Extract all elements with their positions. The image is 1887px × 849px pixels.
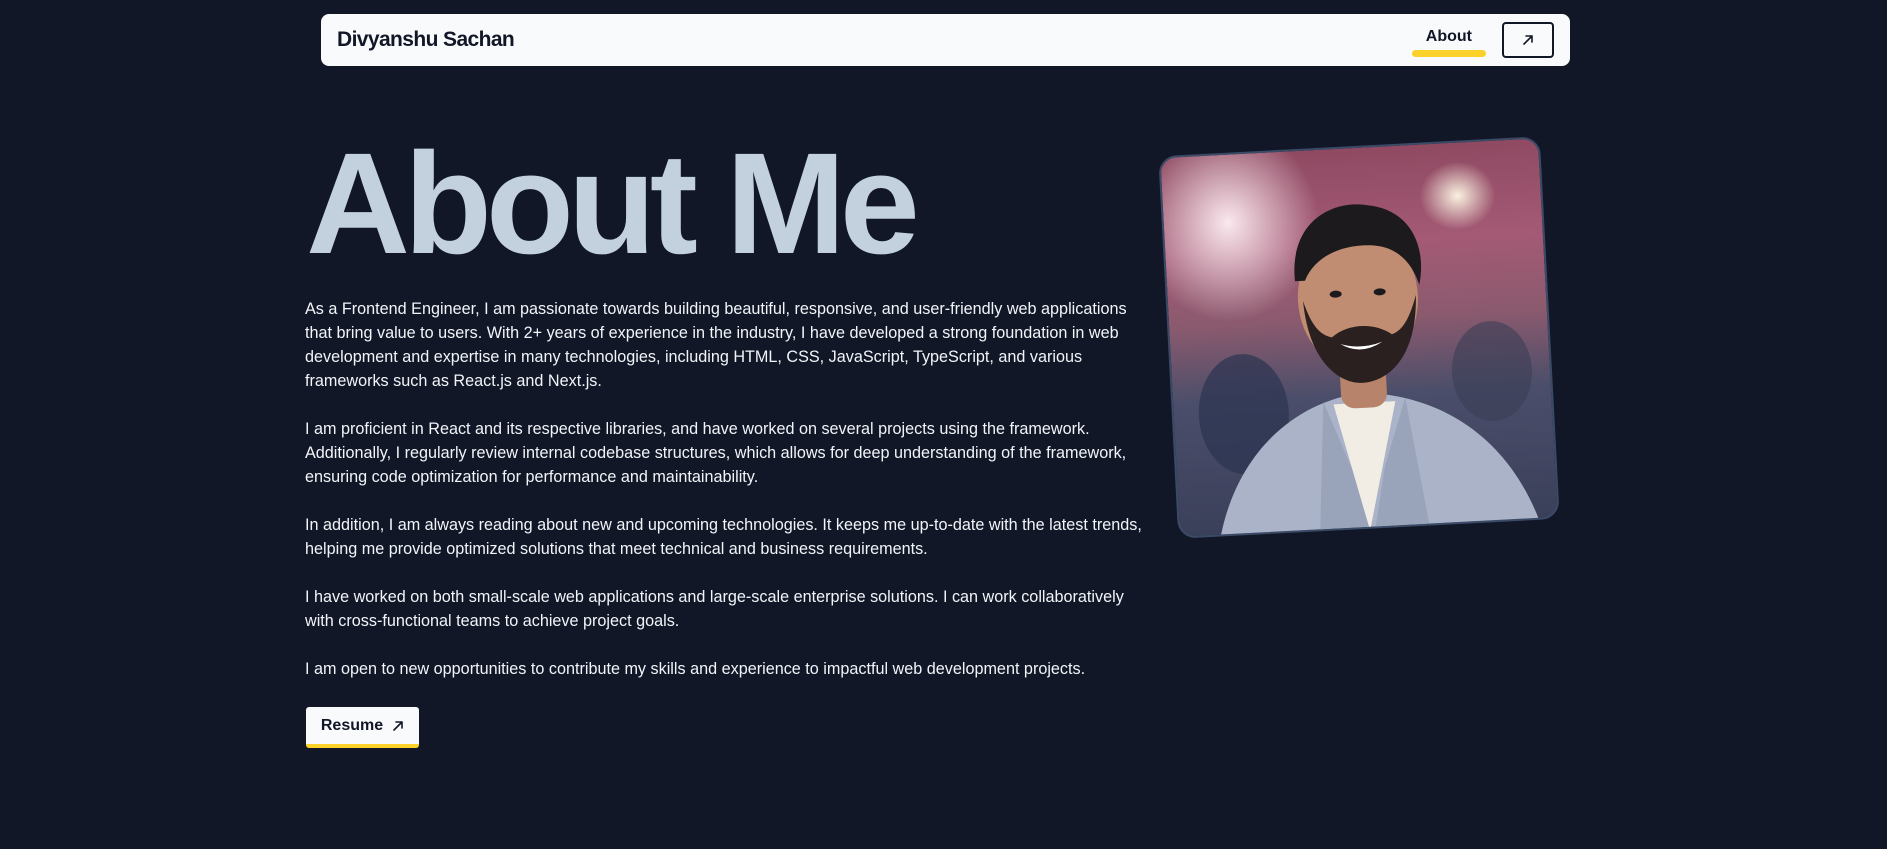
- arrow-up-right-icon: [393, 720, 403, 731]
- about-paragraph: I have worked on both small-scale web ap…: [305, 588, 1124, 630]
- resume-button-label: Resume: [320, 716, 384, 734]
- external-link-button[interactable]: [1502, 22, 1554, 58]
- about-content: As a Frontend Engineer, I am passionate …: [305, 297, 1145, 705]
- active-underline: [1411, 50, 1486, 57]
- resume-button[interactable]: Resume: [306, 707, 419, 748]
- nav-actions: About: [1411, 22, 1554, 58]
- brand-name[interactable]: Divyanshu Sachan: [337, 28, 515, 52]
- nav-link-about-label: About: [1425, 28, 1472, 45]
- about-paragraph: I am open to new opportunities to contri…: [305, 660, 1086, 678]
- about-paragraph: In addition, I am always reading about n…: [305, 516, 1142, 558]
- portrait-illustration: [1198, 204, 1540, 539]
- page-title: About Me: [306, 123, 920, 284]
- profile-photo: [1158, 136, 1560, 539]
- navbar: Divyanshu Sachan About: [321, 14, 1570, 66]
- nav-link-about[interactable]: About: [1411, 25, 1486, 57]
- about-paragraph: As a Frontend Engineer, I am passionate …: [305, 300, 1127, 390]
- about-paragraph: I am proficient in React and its respect…: [305, 420, 1127, 486]
- arrow-up-right-icon: [1523, 35, 1533, 45]
